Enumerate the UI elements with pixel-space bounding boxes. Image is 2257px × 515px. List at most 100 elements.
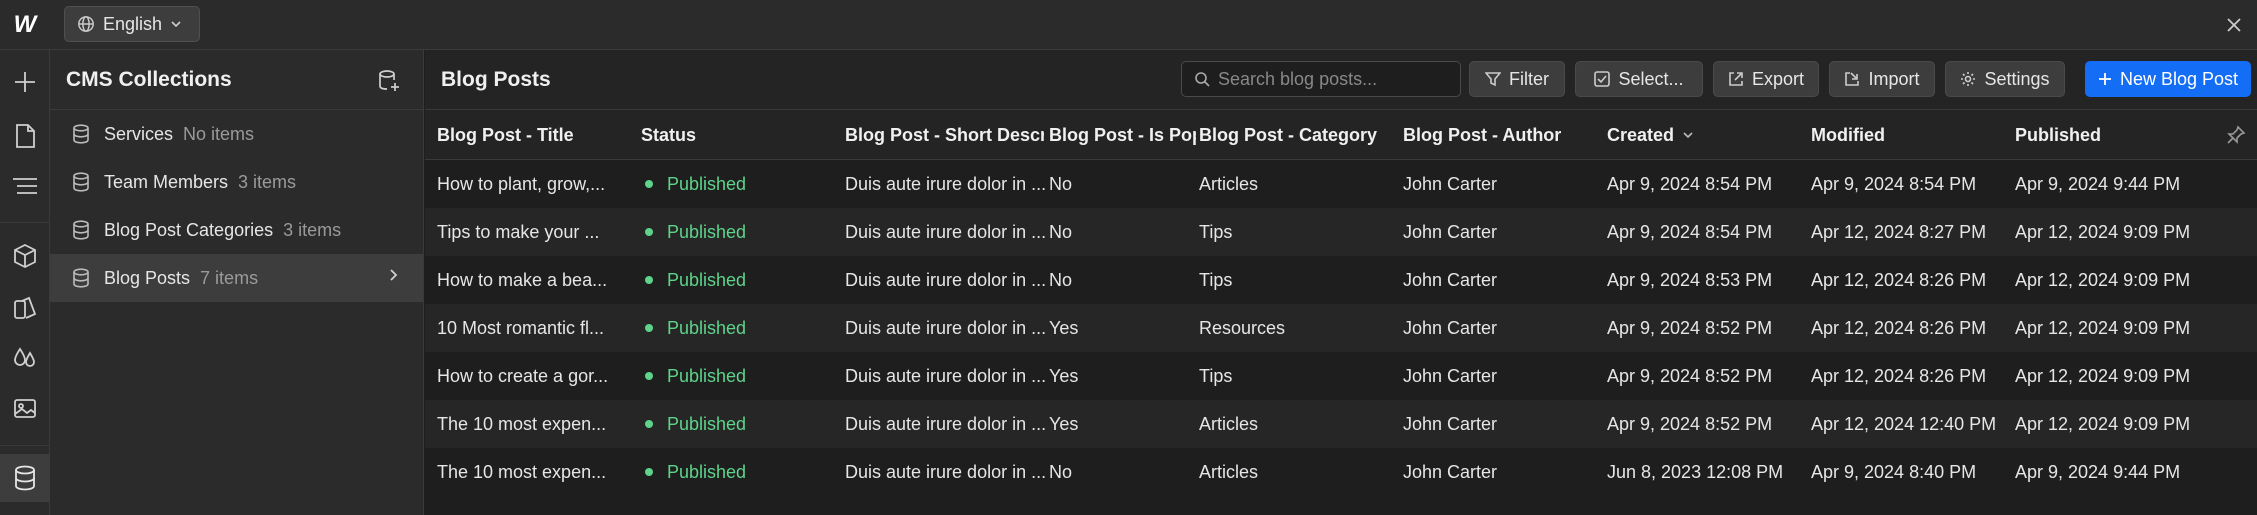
cell-description: Duis aute irure dolor in ...: [845, 413, 1045, 434]
cell-status: Published: [645, 256, 835, 304]
table-row[interactable]: How to plant, grow,... Published Duis au…: [425, 160, 2257, 208]
pin-icon[interactable]: [2225, 124, 2247, 146]
search-icon: [1195, 72, 1210, 87]
components-icon[interactable]: [0, 232, 50, 280]
cell-author: John Carter: [1403, 173, 1498, 194]
collection-item-blog-post-categories[interactable]: Blog Post Categories 3 items: [50, 206, 423, 254]
cell-published: Apr 12, 2024 9:09 PM: [2015, 221, 2191, 242]
filter-button[interactable]: Filter: [1469, 61, 1565, 97]
collection-item-team-members[interactable]: Team Members 3 items: [50, 158, 423, 206]
settings-label: Settings: [1984, 68, 2050, 89]
cell-status: Published: [645, 160, 835, 208]
column-header-created[interactable]: Created: [1607, 110, 1807, 160]
status-dot: [645, 180, 653, 188]
cell-is-popular: No: [1049, 221, 1073, 242]
webflow-logo[interactable]: W: [0, 0, 50, 50]
cell-description: Duis aute irure dolor in ...: [845, 365, 1045, 386]
cell-title: How to create a gor...: [437, 365, 609, 386]
table-row[interactable]: The 10 most expen... Published Duis aute…: [425, 448, 2257, 496]
cell-category: Resources: [1199, 317, 1286, 338]
column-header-category[interactable]: Blog Post - Category: [1199, 110, 1399, 160]
cell-published: Apr 12, 2024 9:09 PM: [2015, 269, 2191, 290]
add-icon[interactable]: [0, 58, 50, 106]
close-icon[interactable]: [2219, 10, 2249, 40]
table-row[interactable]: How to make a bea... Published Duis aute…: [425, 256, 2257, 304]
column-header-short-description[interactable]: Blog Post - Short Descri: [845, 110, 1044, 160]
status-dot: [645, 420, 653, 428]
language-dropdown[interactable]: English: [64, 6, 200, 42]
select-button[interactable]: Select...: [1575, 61, 1703, 97]
cms-database-icon[interactable]: [0, 454, 50, 502]
new-blog-post-label: New Blog Post: [2119, 68, 2239, 89]
cell-status: Published: [645, 448, 835, 496]
collection-name: Blog Post Categories: [104, 219, 274, 240]
status-text: Published: [667, 221, 747, 242]
globe-icon: [78, 16, 94, 32]
export-button[interactable]: Export: [1713, 61, 1819, 97]
cell-title: Tips to make your ...: [437, 221, 600, 242]
table-row[interactable]: The 10 most expen... Published Duis aute…: [425, 400, 2257, 448]
cell-description: Duis aute irure dolor in ...: [845, 269, 1045, 290]
cell-title: The 10 most expen...: [437, 461, 607, 482]
assets-icon[interactable]: [0, 384, 50, 432]
collection-count: 3 items: [238, 171, 297, 192]
pages-icon[interactable]: [0, 112, 50, 160]
checkbox-icon: [1594, 71, 1611, 87]
cell-author: John Carter: [1403, 413, 1498, 434]
cell-status: Published: [645, 400, 835, 448]
column-header-status[interactable]: Status: [641, 110, 831, 160]
filter-label: Filter: [1509, 68, 1549, 89]
search-box[interactable]: Search blog posts...: [1181, 61, 1461, 97]
cell-is-popular: Yes: [1049, 365, 1079, 386]
select-label: Select...: [1618, 68, 1684, 89]
table-row[interactable]: How to create a gor... Published Duis au…: [425, 352, 2257, 400]
search-input[interactable]: Search blog posts...: [1218, 69, 1377, 90]
status-dot: [645, 276, 653, 284]
column-header-modified[interactable]: Modified: [1811, 110, 2011, 160]
status-text: Published: [667, 317, 747, 338]
collection-item-blog-posts[interactable]: Blog Posts 7 items: [50, 254, 423, 302]
cell-created: Apr 9, 2024 8:53 PM: [1607, 269, 1773, 290]
cell-status: Published: [645, 304, 835, 352]
collection-count: No items: [183, 123, 255, 144]
collection-name: Services: [104, 123, 174, 144]
cell-modified: Apr 12, 2024 8:27 PM: [1811, 221, 1987, 242]
database-icon: [73, 268, 89, 288]
cell-description: Duis aute irure dolor in ...: [845, 173, 1045, 194]
variables-icon[interactable]: [0, 334, 50, 382]
filter-icon: [1485, 72, 1501, 87]
add-collection-icon[interactable]: [377, 69, 401, 93]
cell-modified: Apr 12, 2024 8:26 PM: [1811, 317, 1987, 338]
import-button[interactable]: Import: [1829, 61, 1935, 97]
cell-author: John Carter: [1403, 365, 1498, 386]
cell-category: Tips: [1199, 365, 1233, 386]
collection-item-services[interactable]: Services No items: [50, 110, 423, 158]
table-row[interactable]: Tips to make your ... Published Duis aut…: [425, 208, 2257, 256]
status-dot: [645, 228, 653, 236]
status-text: Published: [667, 365, 747, 386]
style-selectors-icon[interactable]: [0, 284, 50, 332]
cell-is-popular: Yes: [1049, 317, 1079, 338]
cell-status: Published: [645, 352, 835, 400]
collection-count: 3 items: [283, 219, 342, 240]
navigator-icon[interactable]: [0, 162, 50, 210]
cell-title: 10 Most romantic fl...: [437, 317, 605, 338]
export-label: Export: [1751, 68, 1805, 89]
settings-button[interactable]: Settings: [1945, 61, 2065, 97]
import-icon: [1845, 72, 1860, 86]
column-header-author[interactable]: Blog Post - Author: [1403, 110, 1603, 160]
cell-is-popular: No: [1049, 269, 1073, 290]
column-header-is-popular[interactable]: Blog Post - Is Popu: [1049, 110, 1196, 160]
status-dot: [645, 468, 653, 476]
cell-created: Apr 9, 2024 8:52 PM: [1607, 413, 1773, 434]
column-header-title[interactable]: Blog Post - Title: [437, 110, 627, 160]
column-header-published[interactable]: Published: [2015, 110, 2215, 160]
table-row[interactable]: 10 Most romantic fl... Published Duis au…: [425, 304, 2257, 352]
left-toolbar: [0, 50, 50, 515]
cell-modified: Apr 12, 2024 8:26 PM: [1811, 269, 1987, 290]
cell-status: Published: [645, 208, 835, 256]
cell-published: Apr 12, 2024 9:09 PM: [2015, 317, 2191, 338]
new-blog-post-button[interactable]: New Blog Post: [2085, 61, 2251, 97]
collection-name: Team Members: [104, 171, 229, 192]
cell-is-popular: Yes: [1049, 413, 1079, 434]
